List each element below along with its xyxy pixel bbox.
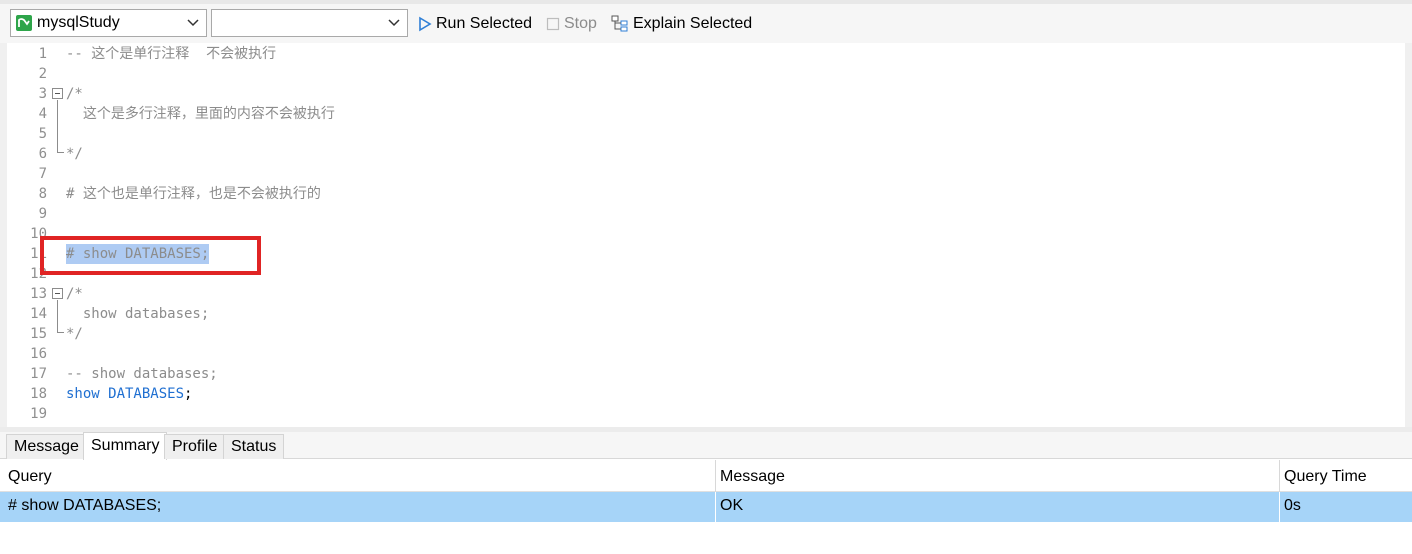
comment-text: /* [66,286,83,302]
cell-message[interactable]: OK [716,492,1280,522]
result-tabs: Message Summary Profile Status [0,432,1412,460]
annotation-highlight-box [40,236,261,275]
code-line: 6 */ [7,144,1405,164]
line-number: 19 [30,406,47,422]
stop-label: Stop [564,15,597,32]
line-number: 17 [30,366,47,382]
run-selected-label: Run Selected [436,15,533,32]
code-line: 9 [7,204,1405,224]
code-line: 8 # 这个也是单行注释，也是不会被执行的 [7,184,1405,204]
stop-button[interactable]: Stop [546,13,597,35]
comment-text: */ [66,146,83,162]
tab-message[interactable]: Message [6,434,87,459]
editor-toolbar: mysqlStudy Run Selected Stop Explain Sel… [0,0,1412,43]
code-line: 17 -- show databases; [7,364,1405,384]
line-number: 9 [38,206,47,222]
line-number: 16 [30,346,47,362]
database-select[interactable] [211,9,408,37]
table-row[interactable]: # show DATABASES; OK 0s [0,492,1412,522]
play-triangle-icon [419,16,432,32]
comment-text: # 这个也是单行注释，也是不会被执行的 [66,186,321,202]
comment-text: -- 这个是单行注释 不会被执行 [66,46,277,62]
tab-profile[interactable]: Profile [164,434,226,459]
stop-square-icon [546,17,560,31]
code-line: 19 [7,404,1405,424]
comment-text: show databases; [66,306,210,322]
connection-select[interactable]: mysqlStudy [10,9,207,37]
code-line: 18 show DATABASES; [7,384,1405,404]
tab-status[interactable]: Status [223,434,285,459]
explain-tree-icon [611,15,628,32]
editor-right-margin [1405,43,1412,427]
code-line: 15 */ [7,324,1405,344]
code-line: 4 这个是多行注释，里面的内容不会被执行 [7,104,1405,124]
code-line: 16 [7,344,1405,364]
tab-summary[interactable]: Summary [83,432,168,460]
cell-query[interactable]: # show DATABASES; [4,492,716,522]
connection-select-value: mysqlStudy [37,14,120,31]
explain-selected-label: Explain Selected [633,15,753,32]
line-number: 2 [38,66,47,82]
line-number: 15 [30,326,47,342]
column-header-query-time[interactable]: Query Time [1280,460,1412,492]
grid-header: Query Message Query Time [0,460,1412,492]
run-selected-button[interactable]: Run Selected [418,13,532,35]
column-header-message[interactable]: Message [716,460,1280,492]
fold-toggle-icon[interactable] [52,88,63,99]
comment-text: */ [66,326,83,342]
sql-editor[interactable]: 1 -- 这个是单行注释 不会被执行 2 3 /* 4 这个是多行注释，里面的内… [7,43,1405,427]
line-number: 1 [38,46,47,62]
editor-left-margin [0,43,7,427]
sql-statement: show DATABASES; [66,384,192,404]
code-line: 2 [7,64,1405,84]
comment-text: -- show databases; [66,366,218,382]
code-line: 1 -- 这个是单行注释 不会被执行 [7,44,1405,64]
explain-selected-button[interactable]: Explain Selected [611,13,752,35]
line-number: 13 [30,286,47,302]
line-number: 4 [38,106,47,122]
column-header-query[interactable]: Query [4,460,716,492]
code-line: 13 /* [7,284,1405,304]
comment-text: /* [66,86,83,102]
code-line: 14 show databases; [7,304,1405,324]
code-line: 3 /* [7,84,1405,104]
line-number: 8 [38,186,47,202]
sql-punctuation: ; [184,386,193,402]
code-line: 7 [7,164,1405,184]
code-line: 5 [7,124,1405,144]
line-number: 7 [38,166,47,182]
top-tab-strip [0,0,1412,4]
line-number: 6 [38,146,47,162]
mysql-connection-icon [16,15,32,31]
line-number: 3 [38,86,47,102]
fold-toggle-icon[interactable] [52,288,63,299]
line-number: 18 [30,386,47,402]
chevron-down-icon [388,19,400,27]
chevron-down-icon [187,19,199,27]
summary-grid: Query Message Query Time # show DATABASE… [0,460,1412,554]
cell-query-time[interactable]: 0s [1280,492,1412,522]
sql-keyword: show DATABASES [66,386,185,402]
comment-text: 这个是多行注释，里面的内容不会被执行 [66,106,335,122]
line-number: 14 [30,306,47,322]
line-number: 5 [38,126,47,142]
